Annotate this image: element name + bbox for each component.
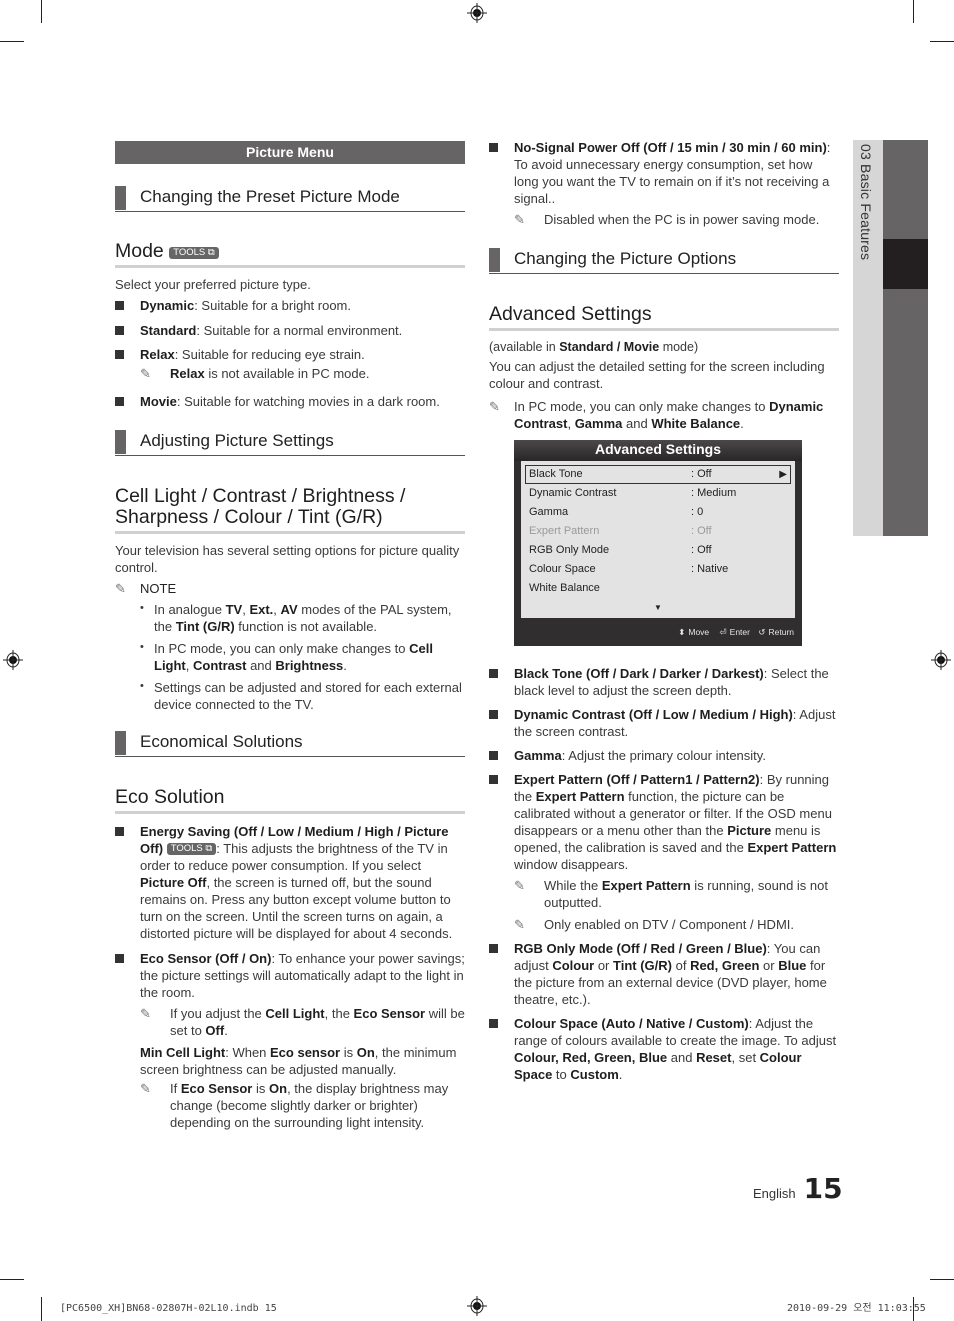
note: ✎ If you adjust the Cell Light, the Eco S… [140,1006,465,1038]
pencil-note-icon: ✎ [140,1081,151,1096]
osd-row-colour-space[interactable]: Colour Space: Native [525,560,791,579]
list-item: Colour Space (Auto / Native / Custom): A… [489,1015,839,1083]
chapter-label: 03 Basic Features [858,144,874,261]
osd-advanced-settings-screen: Advanced Settings Black Tone: Off ▶ Dynam… [514,440,802,646]
tools-icon: ⧉ [205,843,213,854]
chapter-marker [883,239,928,289]
tools-badge: TOOLS ⧉ [169,247,219,259]
language-label: English [753,1186,796,1201]
crop-mark [930,1279,954,1280]
osd-row-white-balance[interactable]: White Balance [525,579,791,598]
note: ✎ Disabled when the PC is in power saving… [514,212,820,227]
return-icon: ↺ [758,627,766,637]
pencil-note-icon: ✎ [115,581,126,596]
note-item: In PC mode, you can only make changes to… [140,639,465,674]
osd-footer: ⬍ Move ⏎ Enter ↺ Return [678,627,794,637]
right-column: No-Signal Power Off (Off / 15 min / 30 m… [489,139,839,1083]
tools-icon: ⧉ [207,247,215,258]
registration-mark-icon [931,650,951,670]
list-item: Dynamic Contrast (Off / Low / Medium / H… [489,706,839,740]
crop-mark [41,1297,42,1321]
pencil-note-icon: ✎ [489,399,500,414]
eco-solution-heading: Eco Solution [115,787,465,814]
pencil-note-icon: ✎ [514,878,525,893]
list-item: Eco Sensor (Off / On): To enhance your p… [115,950,465,1001]
section-heading: Changing the Picture Options [489,248,839,274]
list-item: RGB Only Mode (Off / Red / Green / Blue)… [489,940,839,1008]
print-slug-file: [PC6500_XH]BN68-02807H-02L10.indb 15 [60,1303,277,1314]
mode-title: Mode [115,240,164,262]
list-item: Dynamic: Suitable for a bright room. [115,297,465,314]
list-item: Black Tone (Off / Dark / Darker / Darkes… [489,665,839,699]
note: ✎ Relax is not available in PC mode. [140,366,370,381]
mode-heading: Mode TOOLS ⧉ [115,241,465,268]
list-item: Relax: Suitable for reducing eye strain. [115,346,465,363]
note-item: Settings can be adjusted and stored for … [140,678,465,713]
registration-mark-icon [467,1296,487,1316]
pencil-note-icon: ✎ [140,1006,151,1021]
osd-row-rgb-only-mode[interactable]: RGB Only Mode: Off [525,541,791,560]
cell-intro: Your television has several setting opti… [115,543,460,575]
arrow-right-icon: ▶ [779,469,787,480]
print-slug-date: 2010-09-29 오전 11:03:55 [787,1303,926,1314]
osd-row-dynamic-contrast[interactable]: Dynamic Contrast: Medium [525,484,791,503]
osd-row-black-tone[interactable]: Black Tone: Off ▶ [525,465,791,484]
note: ✎ While the Expert Pattern is running, so… [514,878,828,910]
list-item: Expert Pattern (Off / Pattern1 / Pattern… [489,771,839,873]
picture-menu-bar: Picture Menu [115,141,465,164]
list-item: Standard: Suitable for a normal environm… [115,322,465,339]
pencil-note-icon: ✎ [514,212,525,227]
adv-intro: You can adjust the detailed setting for … [489,359,825,391]
list-item: Movie: Suitable for watching movies in a… [115,393,465,410]
left-column: Picture Menu Changing the Preset Picture… [115,141,465,1131]
list-item: Gamma: Adjust the primary colour intensi… [489,747,839,764]
chapter-side-tab: 03 Basic Features [853,140,928,536]
scroll-down-icon[interactable]: ▼ [521,599,795,616]
pencil-note-icon: ✎ [140,366,151,381]
list-item: No-Signal Power Off (Off / 15 min / 30 m… [489,139,839,207]
crop-mark [0,41,24,42]
mode-intro: Select your preferred picture type. [115,277,311,292]
note: ✎ If Eco Sensor is On, the display bright… [140,1081,449,1130]
section-heading: Adjusting Picture Settings [115,430,465,456]
note-item: In analogue TV, Ext., AV modes of the PA… [140,600,465,635]
page-footer: English 15 [753,1172,843,1205]
availability-text: (available in Standard / Movie mode) [489,340,699,354]
tools-badge: TOOLS ⧉ [166,843,217,855]
enter-icon: ⏎ [719,627,727,637]
section-heading: Changing the Preset Picture Mode [115,186,465,212]
min-cell-light-text: Min Cell Light: When Eco sensor is On, t… [140,1045,457,1077]
registration-mark-icon [3,650,23,670]
move-icon: ⬍ [678,627,686,637]
crop-mark [913,0,914,23]
osd-menu-list: Black Tone: Off ▶ Dynamic Contrast: Mediu… [521,461,795,618]
osd-row-gamma[interactable]: Gamma: 0 [525,503,791,522]
crop-mark [41,0,42,23]
osd-row-expert-pattern: Expert Pattern: Off [529,525,712,537]
note-label: ✎ NOTE [115,581,177,596]
crop-mark [930,41,954,42]
crop-mark [0,1279,24,1280]
cell-light-heading: Cell Light / Contrast / Brightness / Sha… [115,486,465,534]
osd-title: Advanced Settings [514,440,802,461]
registration-mark-icon [467,3,487,23]
advanced-settings-heading: Advanced Settings [489,304,839,331]
pencil-note-icon: ✎ [514,917,525,932]
page-number: 15 [803,1172,843,1205]
list-item: Energy Saving (Off / Low / Medium / High… [115,823,465,942]
section-heading: Economical Solutions [115,731,465,757]
note: ✎ In PC mode, you can only make changes t… [489,399,824,431]
note: ✎ Only enabled on DTV / Component / HDMI. [514,917,795,932]
